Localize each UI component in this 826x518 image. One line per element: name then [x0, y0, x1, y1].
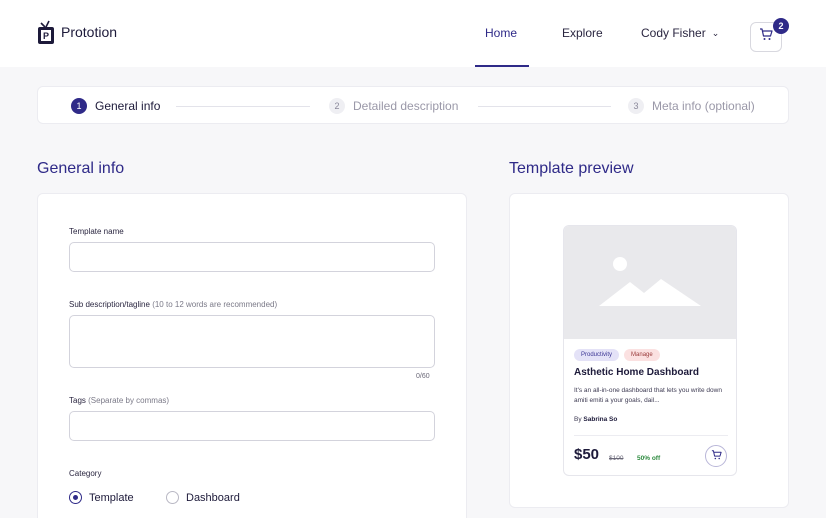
tags-label-text: Tags — [69, 396, 86, 405]
category-option-template[interactable]: Template — [69, 491, 134, 504]
template-tags: Productivity Manage — [574, 349, 660, 361]
tags-hint: (Separate by commas) — [88, 396, 170, 405]
nav-explore[interactable]: Explore — [562, 26, 603, 40]
user-menu[interactable]: Cody Fisher ⌄ — [641, 26, 719, 40]
step-meta-info[interactable]: 3 Meta info (optional) — [628, 98, 755, 114]
sub-description-textarea[interactable] — [69, 315, 435, 368]
step-label: Meta info (optional) — [652, 99, 755, 113]
category-option-label: Template — [89, 491, 134, 504]
template-name-input[interactable] — [69, 242, 435, 272]
sub-description-hint: (10 to 12 words are recommended) — [152, 300, 278, 309]
brand-logo[interactable]: P Prototion — [37, 19, 117, 45]
template-card-title: Asthetic Home Dashboard — [574, 367, 700, 378]
step-connector — [176, 106, 310, 107]
step-label: General info — [95, 99, 161, 113]
category-label: Category — [69, 469, 102, 478]
image-placeholder-icon — [564, 226, 736, 339]
template-preview-panel: Productivity Manage Asthetic Home Dashbo… — [509, 193, 789, 508]
template-discount: 50% off — [637, 455, 661, 462]
tag-manage: Manage — [624, 349, 660, 361]
author-name: Sabrina So — [583, 416, 618, 423]
svg-text:P: P — [43, 31, 49, 41]
top-navbar: P Prototion Home Explore Cody Fisher ⌄ 2 — [0, 0, 826, 67]
template-old-price: $100 — [609, 455, 624, 462]
general-info-title: General info — [37, 160, 125, 177]
tags-input[interactable] — [69, 411, 435, 441]
template-preview-title: Template preview — [509, 160, 634, 177]
prototion-logo-icon: P — [37, 19, 55, 45]
chevron-down-icon: ⌄ — [711, 27, 720, 38]
tags-label: Tags (Separate by commas) — [69, 396, 169, 405]
step-detailed-description[interactable]: 2 Detailed description — [329, 98, 458, 114]
add-to-cart-button[interactable] — [705, 445, 727, 467]
character-counter: 0/60 — [416, 373, 430, 380]
template-card-author: By Sabrina So — [574, 416, 617, 423]
template-price: $50 — [574, 446, 600, 463]
template-card[interactable]: Productivity Manage Asthetic Home Dashbo… — [563, 225, 737, 476]
radio-selected-icon[interactable] — [69, 491, 82, 504]
step-number: 1 — [71, 98, 87, 114]
step-general-info[interactable]: 1 General info — [71, 98, 160, 114]
nav-home[interactable]: Home — [485, 26, 517, 40]
cart-count-badge: 2 — [773, 18, 789, 34]
step-label: Detailed description — [353, 99, 459, 113]
general-info-form: Template name Sub description/tagline (1… — [37, 193, 467, 518]
category-option-dashboard[interactable]: Dashboard — [166, 491, 240, 504]
step-number: 2 — [329, 98, 345, 114]
step-connector — [478, 106, 611, 107]
active-nav-indicator — [475, 65, 529, 67]
author-prefix: By — [574, 416, 582, 423]
progress-stepper: 1 General info 2 Detailed description 3 … — [37, 86, 789, 124]
category-option-label: Dashboard — [186, 491, 240, 504]
template-card-description: It's an all-in-one dashboard that lets y… — [574, 387, 722, 404]
radio-unselected-icon[interactable] — [166, 491, 179, 504]
sub-description-label: Sub description/tagline (10 to 12 words … — [69, 300, 277, 309]
cart-icon — [711, 447, 722, 465]
brand-name: Prototion — [61, 24, 118, 40]
cart-icon — [759, 28, 773, 46]
divider — [574, 435, 728, 436]
step-number: 3 — [628, 98, 644, 114]
template-name-label: Template name — [69, 227, 124, 236]
user-name: Cody Fisher — [641, 26, 706, 40]
sub-description-label-text: Sub description/tagline — [69, 300, 150, 309]
tag-productivity: Productivity — [574, 349, 620, 361]
